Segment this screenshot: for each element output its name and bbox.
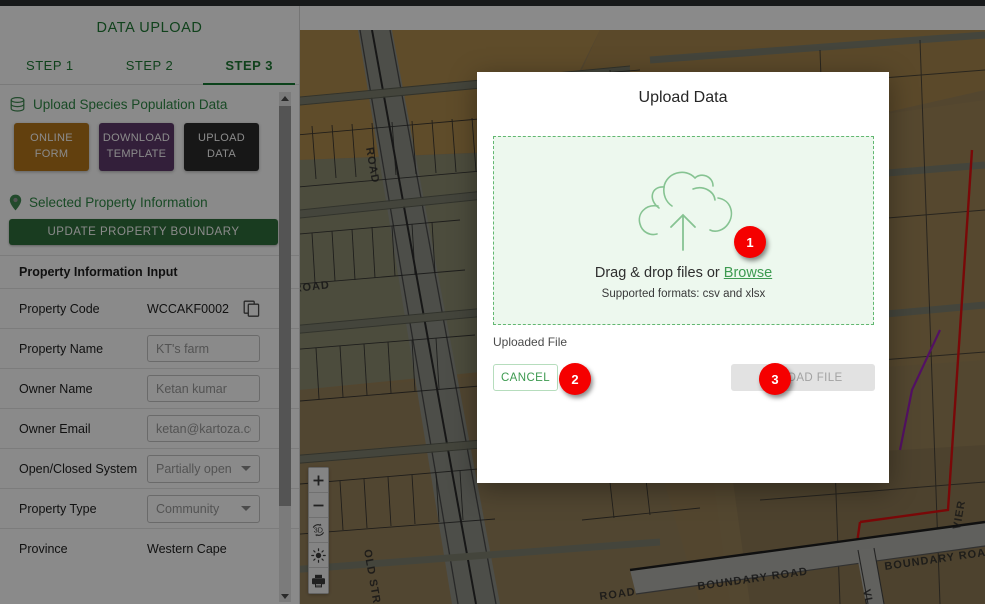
annotation-badge-1: 1 [734,226,766,258]
uploaded-file-label: Uploaded File [493,335,568,349]
upload-file-button: UPLOAD FILE [731,364,875,391]
dropzone-prompt: Drag & drop files or Browse [595,265,772,281]
annotation-badge-3: 3 [759,363,791,395]
upload-data-dialog: Upload Data Drag & drop files or Browse … [477,72,889,483]
file-dropzone[interactable]: Drag & drop files or Browse Supported fo… [493,136,874,325]
cancel-button[interactable]: CANCEL [493,364,558,391]
annotation-badge-2: 2 [559,363,591,395]
app-root: ROAD ROAD OLD STRANDFONTEIN ROAD AVENUE … [0,0,985,604]
cloud-upload-icon [638,171,733,251]
dropzone-prompt-text: Drag & drop files or [594,264,724,281]
supported-formats-text: Supported formats: csv and xlsx [601,287,766,300]
cloud-upload-wrap [621,162,746,259]
top-bar [0,0,985,6]
dialog-title: Upload Data [638,89,728,106]
browse-link[interactable]: Browse [724,265,772,281]
